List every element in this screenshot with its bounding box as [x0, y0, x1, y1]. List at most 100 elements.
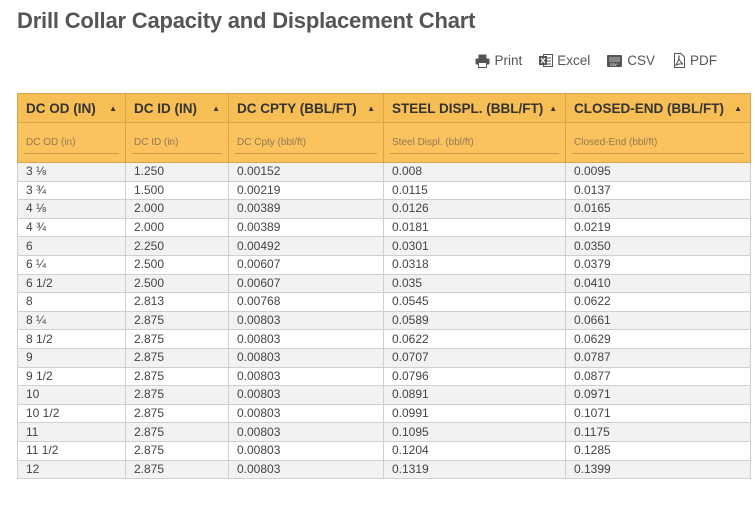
sort-up-icon: ▲: [367, 103, 375, 113]
table-row: 3 ¾ 1.500 0.00219 0.0115 0.0137: [17, 180, 751, 201]
excel-label: Excel: [557, 53, 591, 68]
cell-dc-id: 1.500: [125, 180, 229, 201]
cell-steel-displ: 0.1095: [383, 422, 566, 442]
cell-dc-od: 8 1/2: [17, 329, 126, 349]
filter-input-closed-end[interactable]: [572, 133, 744, 154]
table-row: 10 1/2 2.875 0.00803 0.0991 0.1071: [17, 403, 751, 424]
filter-input-dc-cpty[interactable]: [235, 133, 377, 154]
table-row: 9 1/2 2.875 0.00803 0.0796 0.0877: [17, 366, 751, 387]
cell-dc-od: 6 1/2: [17, 273, 126, 294]
cell-steel-displ: 0.0301: [383, 236, 566, 256]
cell-dc-id: 2.500: [125, 254, 229, 275]
csv-label: CSV: [627, 53, 655, 68]
cell-dc-id: 2.875: [125, 422, 229, 442]
cell-dc-cpty: 0.00803: [228, 422, 384, 442]
cell-dc-id: 1.250: [125, 162, 229, 182]
cell-dc-od: 6: [17, 236, 126, 256]
cell-steel-displ: 0.0707: [383, 347, 566, 368]
cell-steel-displ: 0.0891: [383, 385, 566, 405]
column-header-closed-end[interactable]: CLOSED-END (BBL/FT) ▲: [565, 93, 751, 123]
cell-closed-end: 0.0661: [565, 310, 751, 331]
cell-closed-end: 0.0629: [565, 329, 751, 349]
csv-button[interactable]: csv CSV: [607, 53, 655, 68]
cell-dc-cpty: 0.00803: [228, 403, 384, 424]
cell-dc-od: 8 ¼: [17, 310, 126, 331]
sort-up-icon: ▲: [549, 103, 558, 113]
column-header-steel-displ[interactable]: STEEL DISPL. (BBL/FT) ▲: [383, 93, 566, 123]
column-header-dc-od[interactable]: DC OD (IN) ▲: [17, 93, 126, 123]
cell-dc-cpty: 0.00803: [228, 459, 384, 480]
table-row: 4 ¾ 2.000 0.00389 0.0181 0.0219: [17, 217, 751, 238]
cell-closed-end: 0.0622: [565, 292, 751, 312]
table-row: 12 2.875 0.00803 0.1319 0.1399: [17, 459, 751, 480]
table-row: 4 ⅛ 2.000 0.00389 0.0126 0.0165: [17, 199, 751, 219]
table-row: 8 1/2 2.875 0.00803 0.0622 0.0629: [17, 329, 751, 349]
cell-closed-end: 0.1071: [565, 403, 751, 424]
cell-closed-end: 0.0137: [565, 180, 751, 201]
filter-input-dc-id[interactable]: [132, 133, 222, 154]
filter-row: [17, 122, 751, 163]
svg-text:csv: csv: [610, 62, 618, 67]
cell-dc-od: 4 ¾: [17, 217, 126, 238]
cell-dc-od: 10 1/2: [17, 403, 126, 424]
cell-dc-od: 3 ¾: [17, 180, 126, 201]
cell-dc-id: 2.250: [125, 236, 229, 256]
cell-dc-cpty: 0.00219: [228, 180, 384, 201]
cell-dc-cpty: 0.00803: [228, 347, 384, 368]
export-toolbar: Print Excel csv CSV PDF: [475, 53, 717, 68]
print-button[interactable]: Print: [475, 53, 522, 68]
column-header-dc-cpty[interactable]: DC CPTY (BBL/FT) ▲: [228, 93, 384, 123]
cell-closed-end: 0.1175: [565, 422, 751, 442]
cell-dc-id: 2.875: [125, 329, 229, 349]
cell-steel-displ: 0.0991: [383, 403, 566, 424]
table-row: 8 2.813 0.00768 0.0545 0.0622: [17, 292, 751, 312]
cell-dc-id: 2.813: [125, 292, 229, 312]
cell-dc-id: 2.875: [125, 440, 229, 461]
cell-dc-id: 2.875: [125, 459, 229, 480]
cell-dc-cpty: 0.00492: [228, 236, 384, 256]
cell-steel-displ: 0.0115: [383, 180, 566, 201]
cell-steel-displ: 0.0622: [383, 329, 566, 349]
cell-dc-od: 11 1/2: [17, 440, 126, 461]
cell-closed-end: 0.0350: [565, 236, 751, 256]
cell-closed-end: 0.0165: [565, 199, 751, 219]
header-row: DC OD (IN) ▲ DC ID (IN) ▲ DC CPTY (BBL/FT)…: [17, 93, 751, 123]
cell-closed-end: 0.0095: [565, 162, 751, 182]
cell-dc-id: 2.500: [125, 273, 229, 294]
sort-up-icon: ▲: [109, 103, 117, 113]
excel-icon: [539, 53, 554, 68]
cell-dc-cpty: 0.00803: [228, 366, 384, 387]
cell-dc-cpty: 0.00803: [228, 440, 384, 461]
cell-closed-end: 0.0410: [565, 273, 751, 294]
pdf-button[interactable]: PDF: [672, 53, 717, 68]
cell-steel-displ: 0.0545: [383, 292, 566, 312]
page-title: Drill Collar Capacity and Displacement C…: [17, 8, 476, 33]
cell-dc-od: 3 ⅛: [17, 162, 126, 182]
cell-dc-id: 2.875: [125, 403, 229, 424]
table-row: 11 2.875 0.00803 0.1095 0.1175: [17, 422, 751, 442]
cell-dc-od: 9 1/2: [17, 366, 126, 387]
cell-steel-displ: 0.008: [383, 162, 566, 182]
column-header-dc-id[interactable]: DC ID (IN) ▲: [125, 93, 229, 123]
excel-button[interactable]: Excel: [539, 53, 590, 68]
cell-dc-id: 2.875: [125, 366, 229, 387]
cell-dc-cpty: 0.00607: [228, 273, 384, 294]
table-row: 6 ¼ 2.500 0.00607 0.0318 0.0379: [17, 254, 751, 275]
filter-input-dc-od[interactable]: [24, 133, 119, 154]
printer-icon: [475, 54, 490, 68]
cell-dc-id: 2.000: [125, 199, 229, 219]
cell-dc-cpty: 0.00389: [228, 199, 384, 219]
cell-dc-od: 9: [17, 347, 126, 368]
table-row: 6 1/2 2.500 0.00607 0.035 0.0410: [17, 273, 751, 294]
cell-closed-end: 0.0219: [565, 217, 751, 238]
cell-dc-od: 11: [17, 422, 126, 442]
cell-dc-cpty: 0.00803: [228, 310, 384, 331]
cell-dc-od: 4 ⅛: [17, 199, 126, 219]
filter-input-steel-displ[interactable]: [390, 133, 559, 154]
cell-steel-displ: 0.1319: [383, 459, 566, 480]
cell-steel-displ: 0.0181: [383, 217, 566, 238]
cell-closed-end: 0.0877: [565, 366, 751, 387]
cell-steel-displ: 0.035: [383, 273, 566, 294]
cell-steel-displ: 0.1204: [383, 440, 566, 461]
cell-dc-od: 6 ¼: [17, 254, 126, 275]
